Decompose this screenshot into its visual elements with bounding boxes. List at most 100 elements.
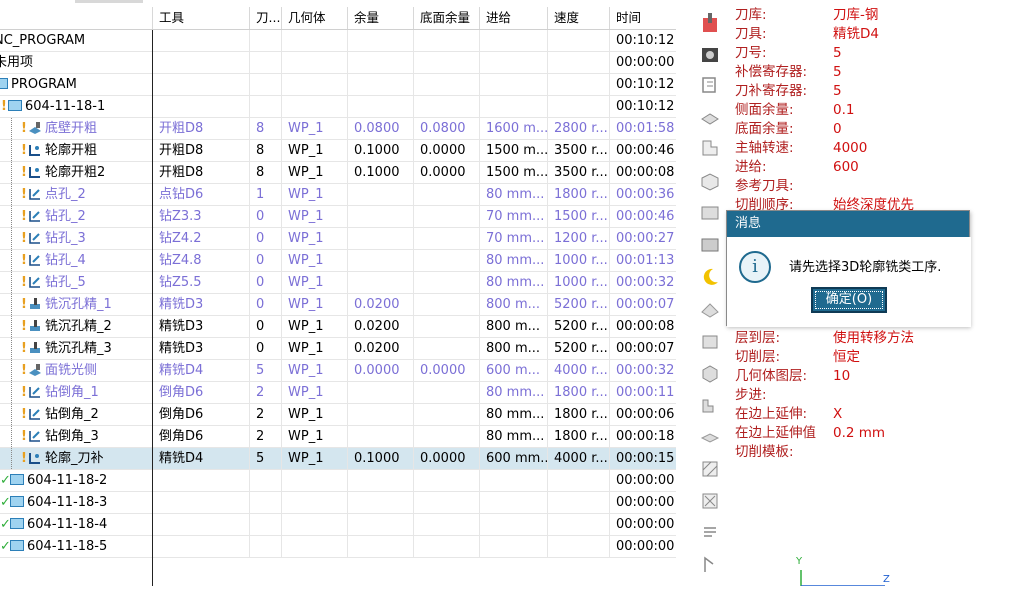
- row-name-cell[interactable]: ! 钻孔_3: [0, 228, 152, 249]
- property-key: 刀号:: [735, 45, 767, 61]
- col-tool[interactable]: 工具: [152, 7, 249, 29]
- row-name-cell[interactable]: ! 铣沉孔精_1: [0, 294, 152, 315]
- operation-row[interactable]: ! 铣沉孔精_2 精铣D3 0 WP_1 0.0200 800 m... 5200 r... 0…: [0, 316, 676, 338]
- property-value: 5: [833, 83, 842, 99]
- row-name-cell[interactable]: ! 钻孔_4: [0, 250, 152, 271]
- row-name-cell[interactable]: ! 钻倒角_1: [0, 382, 152, 403]
- col-time[interactable]: 时间: [609, 7, 676, 29]
- tree-line: [11, 140, 12, 161]
- operation-row[interactable]: ! 钻孔_4 钻Z4.8 0 WP_1 80 mm... 1000 r... 00:01:13: [0, 250, 676, 272]
- row-floor-cell: [413, 338, 479, 359]
- operation-row[interactable]: ! 面铣光侧 精铣D4 5 WP_1 0.0000 0.0000 600 m... 4000 r…: [0, 360, 676, 382]
- row-speed-cell: [547, 470, 609, 491]
- row-stock-cell: [347, 492, 413, 513]
- row-name-cell[interactable]: ! 轮廓_刀补: [0, 448, 152, 469]
- row-name-cell[interactable]: ! 钻倒角_2: [0, 404, 152, 425]
- col-floor-stock[interactable]: 底面余量: [413, 7, 479, 29]
- row-stock-cell: [347, 382, 413, 403]
- operation-row[interactable]: ✓ 604-11-18-2 00:00:00: [0, 470, 676, 492]
- operation-row[interactable]: ! 点孔_2 点钻D6 1 WP_1 80 mm... 1800 r... 00:00:36: [0, 184, 676, 206]
- row-tn-cell: 0: [249, 338, 281, 359]
- operation-row[interactable]: ! 铣沉孔精_1 精铣D3 0 WP_1 0.0200 800 m... 5200 r... 0…: [0, 294, 676, 316]
- operation-row[interactable]: ! 钻倒角_3 倒角D6 2 WP_1 80 mm... 1800 r... 00:00:18: [0, 426, 676, 448]
- warning-marker-icon: !: [21, 165, 27, 180]
- cross-icon[interactable]: [699, 490, 721, 512]
- tool-icon[interactable]: [699, 12, 721, 34]
- tree-line: [11, 404, 12, 425]
- arrow-icon[interactable]: [699, 554, 721, 576]
- step-icon[interactable]: [699, 394, 721, 416]
- col-stock[interactable]: 余量: [347, 7, 413, 29]
- dialog-message: 请先选择3D轮廓铣类工序.: [789, 260, 942, 275]
- hatch-icon[interactable]: [699, 458, 721, 480]
- method-icon[interactable]: [699, 137, 721, 159]
- operation-row[interactable]: 未用项 00:00:00: [0, 52, 676, 74]
- row-name-cell[interactable]: ! 钻倒角_3: [0, 426, 152, 447]
- operation-row[interactable]: ! 铣沉孔精_3 精铣D3 0 WP_1 0.0200 800 m... 5200 r... 0…: [0, 338, 676, 360]
- operation-row[interactable]: ! 钻孔_5 钻Z5.5 0 WP_1 80 mm... 1000 r... 00:00:32: [0, 272, 676, 294]
- row-speed-cell: 1800 r...: [547, 382, 609, 403]
- dialog-title[interactable]: 消息: [727, 211, 969, 237]
- row-name-cell[interactable]: NC_PROGRAM: [0, 30, 146, 51]
- moon-icon[interactable]: [699, 266, 721, 288]
- property-key: 侧面余量:: [735, 102, 794, 118]
- col-speed[interactable]: 速度: [547, 7, 609, 29]
- operation-row[interactable]: ! 钻倒角_2 倒角D6 2 WP_1 80 mm... 1800 r... 00:00:06: [0, 404, 676, 426]
- row-name-cell[interactable]: ! 底壁开粗: [0, 118, 152, 139]
- row-name-cell[interactable]: ! 铣沉孔精_2: [0, 316, 152, 337]
- operation-row[interactable]: ✓ 604-11-18-3 00:00:00: [0, 492, 676, 514]
- row-name-cell[interactable]: ! 轮廓开粗: [0, 140, 152, 161]
- machine-icon[interactable]: [699, 43, 721, 65]
- operation-row[interactable]: ! 604-11-18-1 00:10:12: [0, 96, 676, 118]
- block-icon[interactable]: [699, 362, 721, 384]
- row-name-cell[interactable]: ! 铣沉孔精_3: [0, 338, 152, 359]
- operation-row[interactable]: ! 轮廓开粗 开粗D8 8 WP_1 0.1000 0.0000 1500 m... 3500 …: [0, 140, 676, 162]
- operation-row[interactable]: ! 钻倒角_1 倒角D6 2 WP_1 80 mm... 1800 r... 00:00:11: [0, 382, 676, 404]
- box-icon[interactable]: [699, 330, 721, 352]
- row-name-cell[interactable]: 未用项: [0, 52, 146, 73]
- row-feed-cell: 1500 m...: [479, 162, 547, 183]
- row-name-cell[interactable]: ! 604-11-18-1: [0, 96, 152, 117]
- geometry-icon[interactable]: [699, 105, 721, 127]
- view-icon[interactable]: [699, 234, 721, 256]
- row-speed-cell: 4000 r...: [547, 448, 609, 469]
- row-name-cell[interactable]: ✓ 604-11-18-3: [0, 492, 152, 513]
- col-geometry[interactable]: 几何体: [281, 7, 347, 29]
- row-name-cell[interactable]: PROGRAM: [0, 74, 146, 95]
- layer-icon[interactable]: [699, 202, 721, 224]
- row-name-cell[interactable]: ! 点孔_2: [0, 184, 152, 205]
- ok-button[interactable]: 确定(O): [811, 287, 887, 313]
- list-icon[interactable]: [699, 522, 721, 544]
- row-name-cell[interactable]: ! 钻孔_2: [0, 206, 152, 227]
- operation-row[interactable]: ! 轮廓_刀补 精铣D4 5 WP_1 0.1000 0.0000 600 mm... 4000…: [0, 448, 676, 470]
- operation-row[interactable]: NC_PROGRAM 00:10:12: [0, 30, 676, 52]
- row-name-cell[interactable]: ✓ 604-11-18-4: [0, 514, 152, 535]
- row-name-cell[interactable]: ✓ 604-11-18-5: [0, 536, 152, 557]
- row-name-cell[interactable]: ! 面铣光侧: [0, 360, 152, 381]
- row-name-cell[interactable]: ! 钻孔_5: [0, 272, 152, 293]
- row-name-cell[interactable]: ✓ 604-11-18-2: [0, 470, 152, 491]
- folder-icon: [10, 540, 24, 551]
- col-tool-number[interactable]: 刀...: [249, 7, 281, 29]
- operation-row[interactable]: ! 钻孔_2 钻Z3.3 0 WP_1 70 mm... 1500 r... 00:00:46: [0, 206, 676, 228]
- operation-row[interactable]: ! 底壁开粗 开粗D8 8 WP_1 0.0800 0.0800 1600 m... 2800 …: [0, 118, 676, 140]
- part-icon[interactable]: [699, 170, 721, 192]
- row-stock-cell: 0.1000: [347, 448, 413, 469]
- row-name-cell[interactable]: ! 轮廓开粗2: [0, 162, 152, 183]
- row-geom-cell: WP_1: [281, 250, 347, 271]
- row-feed-cell: 80 mm...: [479, 250, 547, 271]
- scroll-stub[interactable]: [75, 0, 143, 3]
- row-floor-cell: [413, 404, 479, 425]
- row-speed-cell: 4000 r...: [547, 360, 609, 381]
- shape-icon[interactable]: [699, 298, 721, 320]
- operation-row[interactable]: ! 轮廓开粗2 开粗D8 8 WP_1 0.1000 0.0000 1500 m... 3500…: [0, 162, 676, 184]
- row-tn-cell: 2: [249, 404, 281, 425]
- operation-row[interactable]: ✓ 604-11-18-4 00:00:00: [0, 514, 676, 536]
- operation-row[interactable]: PROGRAM 00:10:12: [0, 74, 676, 96]
- plate-icon[interactable]: [699, 426, 721, 448]
- row-speed-cell: 1500 r...: [547, 206, 609, 227]
- operation-row[interactable]: ✓ 604-11-18-5 00:00:00: [0, 536, 676, 558]
- operation-row[interactable]: ! 钻孔_3 钻Z4.2 0 WP_1 70 mm... 1200 r... 00:00:27: [0, 228, 676, 250]
- operation-icon[interactable]: [699, 74, 721, 96]
- col-feed[interactable]: 进给: [479, 7, 547, 29]
